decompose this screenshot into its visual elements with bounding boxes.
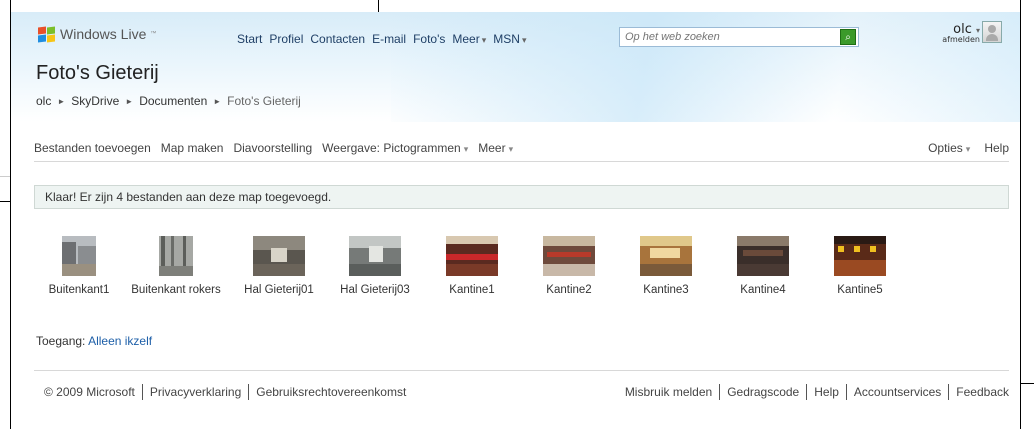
web-search: ⌕ (619, 27, 859, 47)
nav-start[interactable]: Start (237, 32, 262, 46)
access-label: Toegang: (36, 334, 86, 348)
photo-thumbnail (253, 236, 305, 276)
photo-thumbnail (834, 236, 886, 276)
footer-divider (141, 384, 143, 400)
breadcrumb-arrow-icon: ► (213, 96, 222, 106)
chevron-down-icon: ▾ (508, 144, 514, 154)
copyright: © 2009 Microsoft (44, 385, 135, 399)
brand-name: Windows Live (60, 26, 147, 42)
photo-thumbnail (159, 236, 193, 276)
nav-msn-label: MSN (493, 32, 520, 46)
nav-meer[interactable]: Meer ▾ (452, 32, 486, 46)
windows-live-logo[interactable]: Windows Live ™ (38, 25, 157, 43)
photo-item[interactable]: Kantine2 (524, 236, 614, 298)
footer-divider (948, 384, 950, 400)
photo-thumbnail (349, 236, 401, 276)
breadcrumb-skydrive[interactable]: SkyDrive (71, 94, 119, 108)
photo-item[interactable]: Hal Gieterij03 (330, 236, 420, 298)
breadcrumb-user[interactable]: olc (36, 94, 51, 108)
options-menu[interactable]: Opties ▾ (928, 141, 970, 155)
photo-thumbnail (62, 236, 96, 276)
windows-flag-icon (38, 25, 56, 43)
top-navigation: Start Profiel Contacten E-mail Foto's Me… (237, 32, 526, 46)
photo-name: Kantine5 (837, 284, 883, 296)
nav-email[interactable]: E-mail (372, 32, 406, 46)
options-menu-label: Opties (928, 141, 963, 155)
nav-meer-label: Meer (452, 32, 480, 46)
trademark: ™ (150, 31, 157, 37)
avatar[interactable] (982, 21, 1002, 43)
breadcrumb: olc ► SkyDrive ► Documenten ► Foto's Gie… (36, 94, 301, 108)
breadcrumb-arrow-icon: ► (57, 96, 66, 106)
more-menu[interactable]: Meer ▾ (478, 141, 513, 155)
search-input[interactable] (620, 28, 840, 46)
chevron-down-icon: ▾ (965, 144, 971, 154)
photo-name: Buitenkant1 (48, 284, 110, 296)
chevron-down-icon: ▾ (521, 35, 527, 45)
annotation-tick-left (0, 201, 11, 202)
code-of-conduct-link[interactable]: Gedragscode (727, 385, 799, 399)
nav-fotos[interactable]: Foto's (413, 32, 445, 46)
photo-thumbnail (446, 236, 498, 276)
view-menu[interactable]: Weergave: Pictogrammen ▾ (322, 141, 468, 155)
photo-item[interactable]: Kantine4 (718, 236, 808, 298)
photo-item[interactable]: Buitenkant rokers (131, 236, 221, 298)
photo-name: Kantine3 (643, 284, 689, 296)
photo-thumbnail (737, 236, 789, 276)
skydrive-page: Windows Live ™ Start Profiel Contacten E-… (11, 12, 1020, 429)
search-icon[interactable]: ⌕ (840, 29, 856, 45)
privacy-link[interactable]: Privacyverklaring (150, 385, 241, 399)
footer-divider (806, 384, 808, 400)
toolbar: Bestanden toevoegen Map maken Diavoorste… (34, 138, 1009, 162)
photo-name: Hal Gieterij03 (340, 284, 410, 296)
photo-name: Kantine1 (449, 284, 495, 296)
page-title: Foto's Gieterij (36, 62, 159, 84)
view-menu-label: Weergave: Pictogrammen (322, 141, 461, 155)
footer-help-link[interactable]: Help (814, 385, 839, 399)
footer-divider (719, 384, 721, 400)
chevron-down-icon: ▾ (481, 35, 487, 45)
breadcrumb-current: Foto's Gieterij (227, 94, 301, 108)
annotation-tick-top (378, 0, 379, 12)
offscreen-divider (0, 176, 10, 177)
photo-thumbnail (640, 236, 692, 276)
photo-name: Kantine4 (740, 284, 786, 296)
photo-name: Hal Gieterij01 (244, 284, 314, 296)
breadcrumb-documenten[interactable]: Documenten (139, 94, 207, 108)
help-link[interactable]: Help (984, 141, 1009, 155)
footer: © 2009 Microsoft Privacyverklaring Gebru… (34, 370, 1009, 410)
add-files-button[interactable]: Bestanden toevoegen (34, 141, 151, 155)
signout-link[interactable]: afmelden (926, 35, 980, 44)
status-notice: Klaar! Er zijn 4 bestanden aan deze map … (34, 185, 1009, 209)
make-folder-button[interactable]: Map maken (161, 141, 224, 155)
report-abuse-link[interactable]: Misbruik melden (625, 385, 712, 399)
footer-divider (845, 384, 847, 400)
annotation-tick-right (1020, 383, 1034, 384)
nav-msn[interactable]: MSN ▾ (493, 32, 526, 46)
chevron-down-icon: ▾ (463, 144, 469, 154)
access-link[interactable]: Alleen ikzelf (88, 334, 152, 348)
photo-name: Buitenkant rokers (131, 284, 221, 296)
access-info: Toegang: Alleen ikzelf (36, 334, 152, 348)
photo-name: Kantine2 (546, 284, 592, 296)
more-menu-label: Meer (478, 141, 506, 155)
photo-item[interactable]: Buitenkant1 (34, 236, 124, 298)
nav-profiel[interactable]: Profiel (269, 32, 303, 46)
photo-item[interactable]: Hal Gieterij01 (234, 236, 324, 298)
annotation-frame-right (1020, 0, 1021, 429)
user-menu: olc ▾ afmelden (926, 22, 980, 44)
feedback-link[interactable]: Feedback (956, 385, 1009, 399)
photo-item[interactable]: Kantine3 (621, 236, 711, 298)
terms-link[interactable]: Gebruiksrechtovereenkomst (256, 385, 406, 399)
photo-grid: Buitenkant1 Buitenkant rokers Hal Gieter… (34, 236, 1009, 316)
photo-thumbnail (543, 236, 595, 276)
slideshow-button[interactable]: Diavoorstelling (233, 141, 312, 155)
account-services-link[interactable]: Accountservices (854, 385, 941, 399)
photo-item[interactable]: Kantine1 (427, 236, 517, 298)
breadcrumb-arrow-icon: ► (125, 96, 134, 106)
photo-item[interactable]: Kantine5 (815, 236, 905, 298)
nav-contacten[interactable]: Contacten (310, 32, 365, 46)
footer-divider (248, 384, 250, 400)
chevron-down-icon: ▾ (975, 26, 980, 35)
